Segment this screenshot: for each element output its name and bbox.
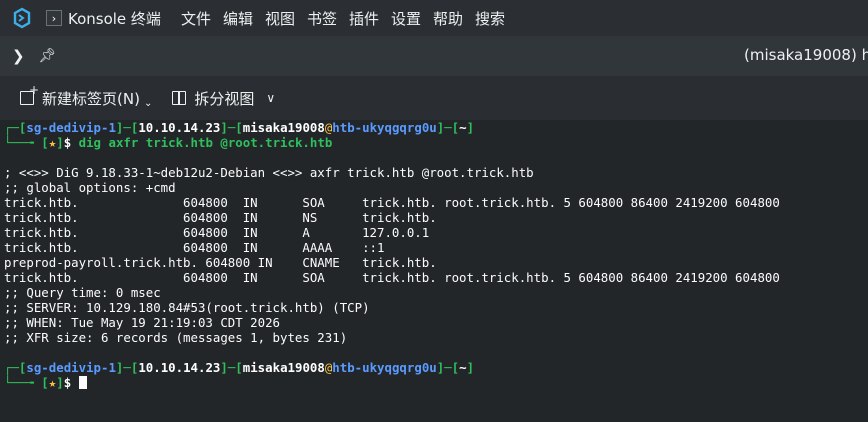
pin-icon[interactable]: 📌︎ (39, 48, 57, 64)
menu-settings[interactable]: 设置 (391, 8, 421, 29)
new-tab-label: 新建标签页(N) (42, 89, 140, 108)
window-title: (misaka19008) ht (744, 46, 868, 64)
chevron-right-icon[interactable]: ❯ (12, 47, 25, 65)
output-line: trick.htb. 604800 IN SOA trick.htb. root… (4, 270, 780, 285)
command-line: └──╼ [★]$ dig axfr trick.htb @root.trick… (4, 135, 333, 150)
output-line: ;; XFR size: 6 records (messages 1, byte… (4, 330, 348, 345)
output-line: ;; Query time: 0 msec (4, 285, 161, 300)
output-line: trick.htb. 604800 IN NS trick.htb. (4, 210, 437, 225)
terminal-icon: › (46, 10, 62, 26)
toolbar: 新建标签页(N) ⌄ 拆分视图 ∨ (0, 76, 868, 120)
konsole-logo-icon (10, 6, 34, 30)
prompt-line: ┌─[sg-dedivip-1]─[10.10.14.23]─[misaka19… (4, 360, 475, 375)
output-line: ;; WHEN: Tue May 19 21:19:03 CDT 2026 (4, 315, 281, 330)
command-line: └──╼ [★]$ (4, 375, 868, 390)
output-line: trick.htb. 604800 IN A 127.0.0.1 (4, 225, 430, 240)
output-line: trick.htb. 604800 IN SOA trick.htb. root… (4, 195, 780, 210)
output-line: ;; SERVER: 10.129.180.84#53(root.trick.h… (4, 300, 370, 315)
output-line: preprod-payroll.trick.htb. 604800 IN CNA… (4, 255, 437, 270)
chevron-down-icon: ∨ (266, 91, 276, 105)
output-line: ;; global options: +cmd (4, 180, 176, 195)
menu-plugins[interactable]: 插件 (349, 8, 379, 29)
menu-file[interactable]: 文件 (181, 8, 211, 29)
split-view-button[interactable]: 拆分视图 ∨ (152, 88, 275, 109)
prompt-line: ┌─[sg-dedivip-1]─[10.10.14.23]─[misaka19… (4, 120, 475, 135)
output-line: trick.htb. 604800 IN AAAA ::1 (4, 240, 385, 255)
terminal-output[interactable]: ┌─[sg-dedivip-1]─[10.10.14.23]─[misaka19… (0, 120, 868, 422)
split-view-label: 拆分视图 (194, 89, 255, 108)
menu-bookmarks[interactable]: 书签 (307, 8, 337, 29)
chevron-down-icon: ⌄ (143, 97, 153, 109)
menu-bar: › Konsole 终端 文件 编辑 视图 书签 插件 设置 帮助 搜索 (0, 0, 868, 36)
app-title: Konsole 终端 (68, 9, 161, 28)
menu-search[interactable]: 搜索 (475, 8, 505, 29)
split-view-icon (172, 91, 187, 105)
text-cursor (78, 376, 87, 389)
menu-edit[interactable]: 编辑 (223, 8, 253, 29)
new-tab-icon (20, 83, 39, 105)
menu-view[interactable]: 视图 (265, 8, 295, 29)
output-line: ; <<>> DiG 9.18.33-1~deb12u2-Debian <<>>… (4, 165, 534, 180)
menu-help[interactable]: 帮助 (433, 8, 463, 29)
command-text: dig axfr trick.htb @root.trick.htb (78, 135, 333, 150)
tab-bar: ❯ 📌︎ (misaka19008) ht (0, 36, 868, 76)
new-tab-button[interactable]: 新建标签页(N) ⌄ (0, 83, 153, 109)
